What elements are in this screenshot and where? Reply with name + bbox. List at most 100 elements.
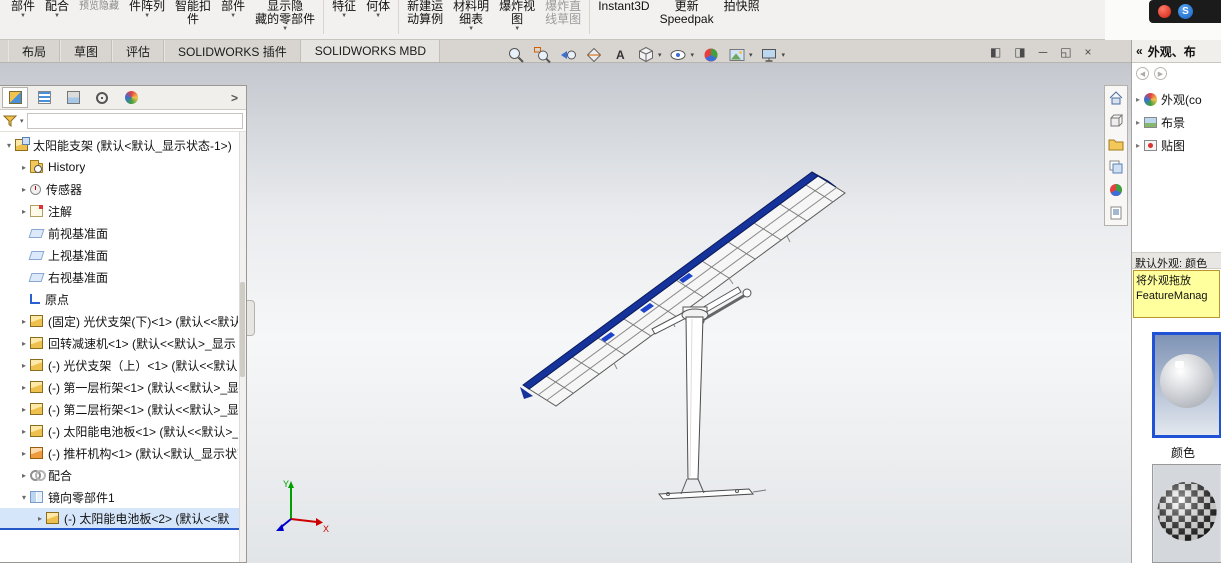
file-explorer-icon[interactable]	[1108, 136, 1124, 152]
close-button[interactable]: ×	[1085, 45, 1092, 59]
home-icon[interactable]	[1108, 90, 1124, 106]
tree-scrollbar[interactable]	[239, 132, 246, 562]
configurationmanager-tab[interactable]	[60, 87, 86, 108]
color-appearance-swatch[interactable]	[1152, 332, 1221, 438]
tree-item-sensors[interactable]: ▸ 传感器	[0, 178, 246, 200]
tab-layout[interactable]: 布局	[8, 40, 61, 62]
assembly-features-button[interactable]: 特征 ▼	[327, 0, 361, 20]
tree-root-assembly[interactable]: ▾ 太阳能支架 (默认<默认_显示状态-1>)	[0, 134, 246, 156]
tree-item-component[interactable]: ▸ (-) 第一层桁架<1> (默认<<默认>_显	[0, 376, 246, 398]
tab-solidworks-mbd[interactable]: SOLIDWORKS MBD	[300, 40, 441, 62]
dropdown-arrow-icon[interactable]: ▼	[230, 13, 236, 20]
tree-item-origin[interactable]: 原点	[0, 288, 246, 310]
bill-of-materials-button[interactable]: 材料明 细表 ▼	[448, 0, 494, 33]
hide-show-items-icon[interactable]	[669, 46, 688, 65]
restore-button[interactable]: ◱	[1060, 45, 1071, 59]
tree-item-component[interactable]: ▸ (固定) 光伏支架(下)<1> (默认<<默认	[0, 310, 246, 332]
apply-scene-icon[interactable]	[727, 46, 746, 65]
tree-item-appearances[interactable]: ▸ 外观(co	[1132, 88, 1221, 111]
mate-button[interactable]: 配合 ▼	[40, 0, 74, 20]
expand-arrow[interactable]: ▸	[18, 471, 30, 480]
propertymanager-tab[interactable]	[31, 87, 57, 108]
pane-right-button[interactable]: ◨	[1014, 45, 1025, 59]
dropdown-arrow-icon[interactable]: ▼	[20, 13, 26, 20]
show-hidden-components-button[interactable]: 显示隐 藏的零部件 ▼	[250, 0, 320, 33]
sogou-input-icon[interactable]: S	[1178, 4, 1193, 19]
preview-hidden-button[interactable]: 预览隐藏	[74, 0, 124, 13]
explode-line-sketch-button[interactable]: 爆炸直 线草图	[540, 0, 586, 26]
zoom-area-icon[interactable]	[532, 46, 551, 65]
expand-arrow[interactable]: ▾	[18, 493, 30, 502]
component-pattern-button[interactable]: 件阵列 ▼	[124, 0, 170, 20]
tree-item-mirror-component[interactable]: ▾ 镜向零部件1	[0, 486, 246, 508]
custom-properties-icon[interactable]	[1108, 205, 1124, 221]
tree-item-mates[interactable]: ▸ 配合	[0, 464, 246, 486]
dropdown-arrow-icon[interactable]: ▼	[468, 26, 474, 33]
dropdown-arrow-icon[interactable]: ▼	[514, 26, 520, 33]
dropdown-arrow-icon[interactable]: ▼	[144, 13, 150, 20]
section-view-icon[interactable]	[584, 46, 603, 65]
display-style-icon[interactable]	[636, 46, 655, 65]
dropdown-arrow-icon[interactable]: ▼	[375, 13, 381, 20]
tree-item-component[interactable]: ▸ (-) 推杆机构<1> (默认<默认_显示状态	[0, 442, 246, 464]
tree-item-component-selected[interactable]: ▸ (-) 太阳能电池板<2> (默认<<默	[0, 508, 246, 530]
expand-arrow[interactable]: ▸	[18, 383, 30, 392]
expand-arrow[interactable]: ▸	[18, 163, 30, 172]
minimize-button[interactable]: ─	[1039, 45, 1048, 59]
expand-arrow[interactable]: ▸	[18, 339, 30, 348]
update-speedpak-button[interactable]: 更新 Speedpak	[655, 0, 719, 26]
filter-input[interactable]	[26, 112, 243, 129]
expand-arrow[interactable]: ▸	[1136, 95, 1140, 104]
tab-evaluate[interactable]: 评估	[112, 40, 165, 62]
expand-arrow[interactable]: ▸	[18, 427, 30, 436]
expand-arrow[interactable]: ▸	[1136, 118, 1140, 127]
move-component-button[interactable]: 部件 ▼	[216, 0, 250, 20]
view-settings-icon[interactable]	[760, 46, 779, 65]
filter-funnel-icon[interactable]	[3, 115, 17, 127]
instant3d-button[interactable]: Instant3D	[593, 0, 654, 13]
filter-dropdown-arrow-icon[interactable]: ▾	[20, 117, 24, 125]
nav-forward-icon[interactable]: ▶	[1154, 67, 1167, 80]
tree-item-component[interactable]: ▸ (-) 太阳能电池板<1> (默认<<默认>_	[0, 420, 246, 442]
tree-item-component[interactable]: ▸ (-) 第二层桁架<1> (默认<<默认>_显	[0, 398, 246, 420]
dropdown-arrow-icon[interactable]: ▼	[282, 26, 288, 33]
edit-appearance-icon[interactable]	[701, 46, 720, 65]
tree-item-annotations[interactable]: ▸ 注解	[0, 200, 246, 222]
panel-expand-chevron[interactable]: >	[225, 91, 244, 105]
tab-sketch[interactable]: 草图	[60, 40, 113, 62]
appearances-ball-icon[interactable]	[1108, 182, 1124, 198]
expand-arrow[interactable]: ▸	[18, 449, 30, 458]
tree-item-top-plane[interactable]: 上视基准面	[0, 244, 246, 266]
pane-left-button[interactable]: ◧	[990, 45, 1001, 59]
expand-arrow[interactable]: ▸	[34, 514, 46, 523]
exploded-view-button[interactable]: 爆炸视图 ▼	[494, 0, 540, 33]
tree-item-front-plane[interactable]: 前视基准面	[0, 222, 246, 244]
tree-item-component[interactable]: ▸ (-) 光伏支架（上）<1> (默认<<默认	[0, 354, 246, 376]
dropdown-arrow-icon[interactable]: ▼	[54, 13, 60, 20]
expand-arrow[interactable]: ▸	[18, 405, 30, 414]
tree-item-right-plane[interactable]: 右视基准面	[0, 266, 246, 288]
dynamic-annotation-icon[interactable]: A	[610, 46, 629, 65]
tree-item-scenes[interactable]: ▸ 布景	[1132, 111, 1221, 134]
expand-arrow[interactable]: ▸	[18, 317, 30, 326]
scrollbar-thumb[interactable]	[240, 282, 245, 377]
collapse-chevrons-icon[interactable]: «	[1136, 44, 1143, 58]
zoom-fit-icon[interactable]	[506, 46, 525, 65]
dropdown-arrow-icon[interactable]: ▾	[782, 51, 786, 59]
smart-fasteners-button[interactable]: 智能扣件	[170, 0, 216, 26]
nav-back-icon[interactable]: ◀	[1136, 67, 1149, 80]
tree-item-history[interactable]: ▸ History	[0, 156, 246, 178]
dropdown-arrow-icon[interactable]: ▾	[691, 51, 695, 59]
insert-components-button[interactable]: 部件 ▼	[6, 0, 40, 20]
featuremanager-tab[interactable]	[2, 87, 28, 108]
previous-view-icon[interactable]	[558, 46, 577, 65]
expand-arrow[interactable]: ▸	[1136, 141, 1140, 150]
tab-solidworks-addins[interactable]: SOLIDWORKS 插件	[164, 40, 301, 62]
checker-appearance-swatch[interactable]	[1152, 464, 1221, 563]
displaymanager-tab[interactable]	[118, 87, 144, 108]
expand-arrow[interactable]: ▾	[3, 141, 15, 150]
panel-splitter-handle[interactable]	[247, 300, 255, 336]
tray-red-icon[interactable]	[1158, 5, 1171, 18]
view-cube-icon[interactable]	[1108, 113, 1124, 129]
take-snapshot-button[interactable]: 拍快照	[719, 0, 765, 13]
